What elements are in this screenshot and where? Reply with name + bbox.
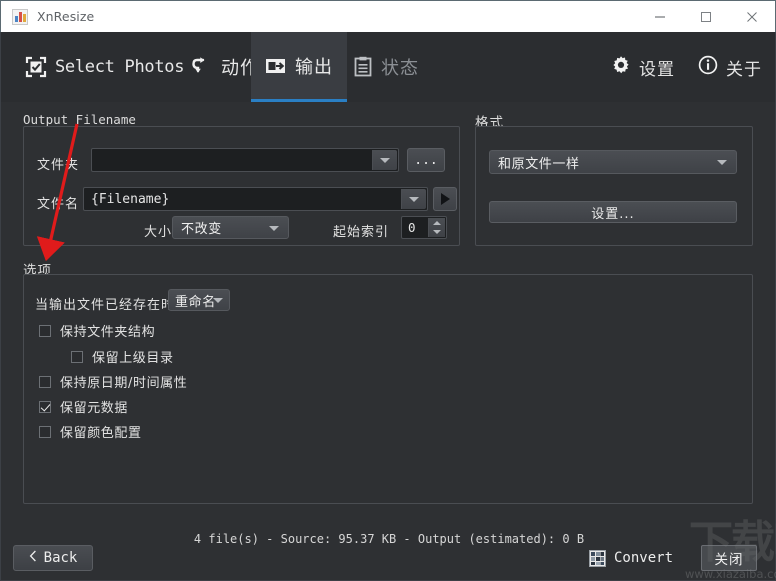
checkbox-label: 保持原日期/时间属性 — [60, 376, 188, 391]
status-summary: 4 file(s) - Source: 95.37 KB - Output (e… — [193, 532, 585, 546]
tab-output[interactable]: 输出 — [251, 32, 347, 102]
close-icon[interactable] — [729, 1, 775, 32]
start-index-value: 0 — [408, 220, 416, 235]
settings-button[interactable]: 设置 — [611, 32, 675, 102]
chevron-left-icon — [29, 550, 37, 566]
convert-button[interactable]: Convert — [589, 546, 673, 570]
window-title: XnResize — [37, 9, 95, 24]
play-triangle-icon[interactable] — [433, 187, 457, 211]
checkbox-label: 保留上级目录 — [92, 351, 174, 366]
spin-down-icon[interactable] — [429, 228, 445, 238]
checkbox-box[interactable] — [39, 375, 51, 388]
format-type-value: 和原文件一样 — [498, 156, 580, 172]
settings-label: 设置 — [639, 59, 675, 80]
filename-dropdown-button[interactable] — [401, 189, 426, 209]
xnresize-window: XnResize Select Photos 动作 输出 状态 设置 关于 Ou… — [0, 0, 776, 581]
minimize-icon[interactable] — [637, 1, 683, 32]
format-settings-button[interactable]: 设置... — [489, 201, 737, 223]
checkbox-keep-metadata[interactable]: 保留元数据 — [39, 397, 128, 416]
chevron-down-icon — [213, 298, 223, 303]
checkbox-keep-original-datetime[interactable]: 保持原日期/时间属性 — [39, 372, 187, 391]
convert-image-icon — [589, 549, 606, 567]
filename-input[interactable]: {Filename} — [83, 187, 428, 211]
clipboard-icon — [353, 56, 373, 78]
spin-up-icon[interactable] — [429, 218, 445, 228]
bottom-bar: 下载吧 www.xiazaiba.com 4 file(s) - Source:… — [0, 521, 776, 581]
checkbox-box[interactable] — [39, 425, 51, 438]
convert-label: Convert — [614, 550, 674, 566]
gear-icon — [611, 55, 631, 79]
content-area: Output Filename 文件夹 ... 文件名 {Filename} 大… — [0, 102, 776, 529]
output-filename-group-title: Output Filename — [23, 112, 136, 127]
info-circle-icon — [698, 55, 718, 79]
about-button[interactable]: 关于 — [698, 32, 762, 102]
start-index-label: 起始索引 — [333, 225, 390, 240]
about-label: 关于 — [726, 59, 762, 80]
case-select[interactable]: 不改变 — [172, 216, 289, 239]
file-exists-label: 当输出文件已经存在时 — [35, 298, 176, 313]
chevron-down-icon — [717, 160, 727, 165]
close-button[interactable]: 关闭 — [701, 545, 757, 571]
file-exists-value: 重命名 — [175, 294, 216, 310]
start-index-spin-buttons[interactable] — [428, 218, 445, 237]
checkbox-box[interactable] — [39, 400, 51, 413]
case-select-value: 不改变 — [181, 222, 222, 237]
checkbox-keep-parent-directory[interactable]: 保留上级目录 — [71, 347, 174, 366]
filename-label: 文件名 — [37, 197, 80, 212]
format-group-box — [475, 126, 753, 246]
app-chart-icon — [12, 8, 28, 25]
folder-input[interactable] — [91, 148, 399, 172]
tab-select-photos-label: Select Photos — [55, 57, 185, 77]
checkbox-box[interactable] — [39, 324, 51, 337]
chevron-down-icon — [269, 225, 279, 231]
title-bar: XnResize — [0, 0, 776, 32]
undo-arrow-icon — [191, 56, 213, 78]
checkbox-box[interactable] — [71, 350, 83, 363]
tab-status-label: 状态 — [381, 58, 419, 79]
tab-select-photos[interactable]: Select Photos — [11, 32, 198, 102]
checkbox-keep-color-profile[interactable]: 保留颜色配置 — [39, 422, 142, 441]
checkbox-label: 保持文件夹结构 — [60, 325, 156, 340]
maximize-icon[interactable] — [683, 1, 729, 32]
start-index-stepper[interactable]: 0 — [401, 216, 447, 239]
tab-bar: Select Photos 动作 输出 状态 设置 关于 — [0, 32, 776, 102]
back-label: Back — [43, 550, 78, 566]
folder-dropdown-button[interactable] — [372, 150, 397, 170]
checkbox-keep-folder-structure[interactable]: 保持文件夹结构 — [39, 321, 155, 340]
back-button[interactable]: Back — [13, 545, 93, 571]
folder-browse-button[interactable]: ... — [407, 148, 445, 172]
folder-label: 文件夹 — [37, 158, 80, 173]
window-controls — [637, 1, 775, 32]
checkbox-label: 保留颜色配置 — [60, 426, 142, 441]
tab-output-label: 输出 — [295, 56, 333, 78]
checkbox-frame-icon — [25, 56, 47, 78]
export-arrow-icon — [265, 56, 287, 76]
checkbox-label: 保留元数据 — [60, 401, 129, 416]
filename-input-value: {Filename} — [91, 191, 170, 207]
file-exists-select[interactable]: 重命名 — [168, 289, 230, 311]
format-type-select[interactable]: 和原文件一样 — [489, 150, 737, 174]
tab-status[interactable]: 状态 — [339, 32, 433, 102]
